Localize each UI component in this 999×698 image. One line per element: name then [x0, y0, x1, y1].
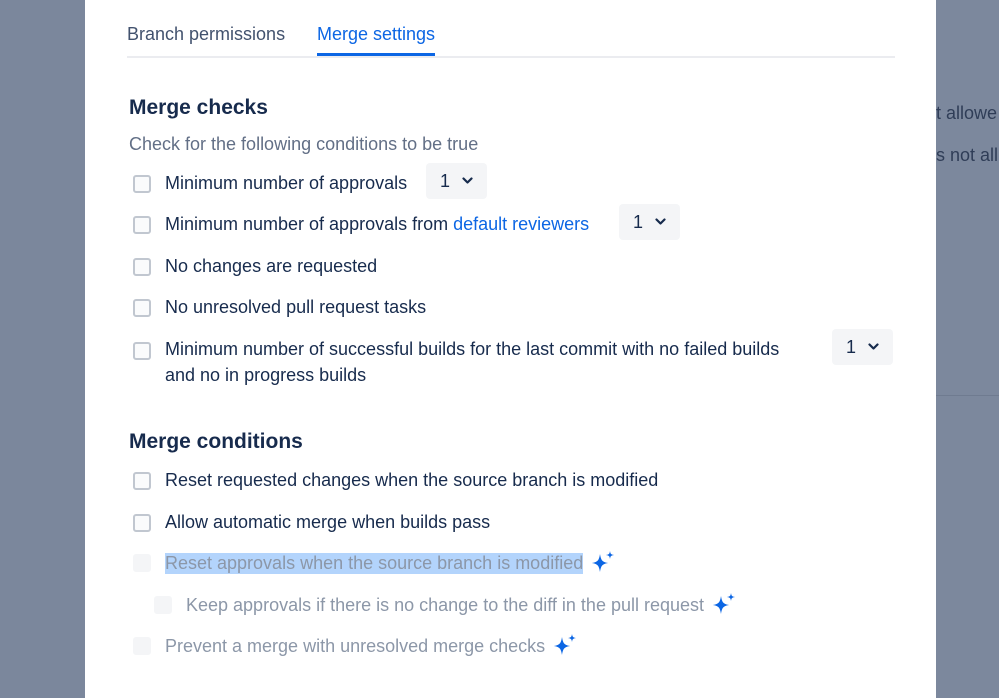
successful-builds-label: Minimum number of successful builds for … [165, 336, 779, 388]
default-reviewers-link[interactable]: default reviewers [453, 214, 589, 235]
reset-approvals-checkbox [133, 554, 151, 572]
merge-condition-auto-merge: Allow automatic merge when builds pass [133, 512, 490, 533]
successful-builds-select-value: 1 [846, 336, 857, 357]
reset-approvals-label: Reset approvals when the source branch i… [165, 552, 584, 574]
merge-check-successful-builds: Minimum number of successful builds for … [133, 339, 813, 388]
no-unresolved-tasks-label: No unresolved pull request tasks [165, 297, 427, 317]
sparkle-icon [713, 593, 736, 614]
min-default-reviewers-label: Minimum number of approvals from [165, 214, 449, 234]
sparkle-icon [592, 551, 615, 572]
merge-conditions-title: Merge conditions [129, 430, 303, 453]
chevron-down-icon [462, 177, 473, 184]
min-approvals-select[interactable]: 1 [426, 163, 488, 199]
successful-builds-checkbox[interactable] [133, 342, 151, 360]
tab-bar: Branch permissions Merge settings [127, 22, 895, 58]
no-unresolved-tasks-checkbox[interactable] [133, 298, 151, 317]
merge-check-no-unresolved-tasks: No unresolved pull request tasks [133, 297, 426, 318]
reset-requested-changes-label: Reset requested changes when the source … [165, 470, 659, 490]
auto-merge-checkbox[interactable] [133, 513, 151, 532]
chevron-down-icon [868, 343, 879, 350]
prevent-merge-checkbox [133, 637, 151, 655]
background-text: t allowe [936, 103, 998, 123]
merge-checks-subtitle: Check for the following conditions to be… [129, 134, 479, 154]
min-default-reviewers-checkbox[interactable] [133, 215, 151, 234]
sparkle-icon [554, 634, 577, 655]
background-divider [936, 395, 999, 396]
keep-approvals-checkbox [154, 596, 172, 614]
tab-merge-settings[interactable]: Merge settings [317, 24, 436, 56]
min-approvals-label: Minimum number of approvals [165, 173, 408, 193]
merge-condition-reset-requested-changes: Reset requested changes when the source … [133, 470, 658, 491]
no-changes-requested-label: No changes are requested [165, 256, 378, 276]
background-text: s not all [936, 145, 999, 165]
min-default-reviewers-select[interactable]: 1 [619, 204, 681, 240]
successful-builds-label-line1: Minimum number of successful builds for … [165, 339, 780, 359]
successful-builds-select[interactable]: 1 [832, 329, 894, 365]
no-changes-requested-checkbox[interactable] [133, 257, 151, 276]
merge-settings-modal: Branch permissions Merge settings Merge … [85, 0, 936, 698]
merge-condition-prevent-merge: Prevent a merge with unresolved merge ch… [133, 632, 579, 660]
keep-approvals-label: Keep approvals if there is no change to … [186, 594, 705, 615]
merge-condition-keep-approvals: Keep approvals if there is no change to … [154, 591, 738, 619]
merge-check-no-changes-requested: No changes are requested [133, 256, 377, 277]
min-approvals-select-value: 1 [440, 170, 451, 191]
prevent-merge-label: Prevent a merge with unresolved merge ch… [165, 635, 546, 656]
reset-requested-changes-checkbox[interactable] [133, 471, 151, 490]
chevron-down-icon [655, 218, 666, 225]
merge-checks-title: Merge checks [129, 96, 268, 119]
successful-builds-label-line2: and no in progress builds [165, 365, 367, 385]
auto-merge-label: Allow automatic merge when builds pass [165, 512, 491, 532]
min-default-reviewers-select-value: 1 [633, 211, 644, 232]
merge-condition-reset-approvals: Reset approvals when the source branch i… [133, 549, 617, 577]
merge-check-min-approvals: Minimum number of approvals [133, 173, 407, 194]
min-approvals-checkbox[interactable] [133, 174, 151, 193]
merge-check-min-default-reviewers: Minimum number of approvals from default… [133, 214, 589, 235]
tab-branch-permissions[interactable]: Branch permissions [127, 24, 285, 53]
